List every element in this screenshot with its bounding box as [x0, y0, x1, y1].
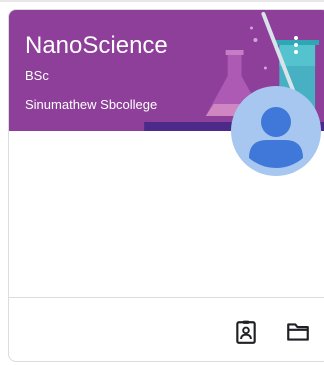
class-card[interactable]: NanoScience BSc Sinumathew Sbcollege	[8, 9, 324, 362]
top-divider	[0, 0, 324, 2]
teacher-name: Sinumathew Sbcollege	[25, 97, 158, 112]
folder-icon[interactable]	[285, 319, 311, 345]
footer-divider	[9, 297, 324, 298]
more-vert-icon[interactable]	[286, 32, 306, 58]
class-title[interactable]: NanoScience	[25, 32, 168, 60]
more-dot	[294, 43, 298, 47]
more-dot	[294, 36, 298, 40]
person-avatar-icon	[231, 86, 321, 176]
assignment-ind-icon[interactable]	[233, 319, 259, 345]
more-dot	[294, 50, 298, 54]
class-section: BSc	[25, 68, 49, 83]
